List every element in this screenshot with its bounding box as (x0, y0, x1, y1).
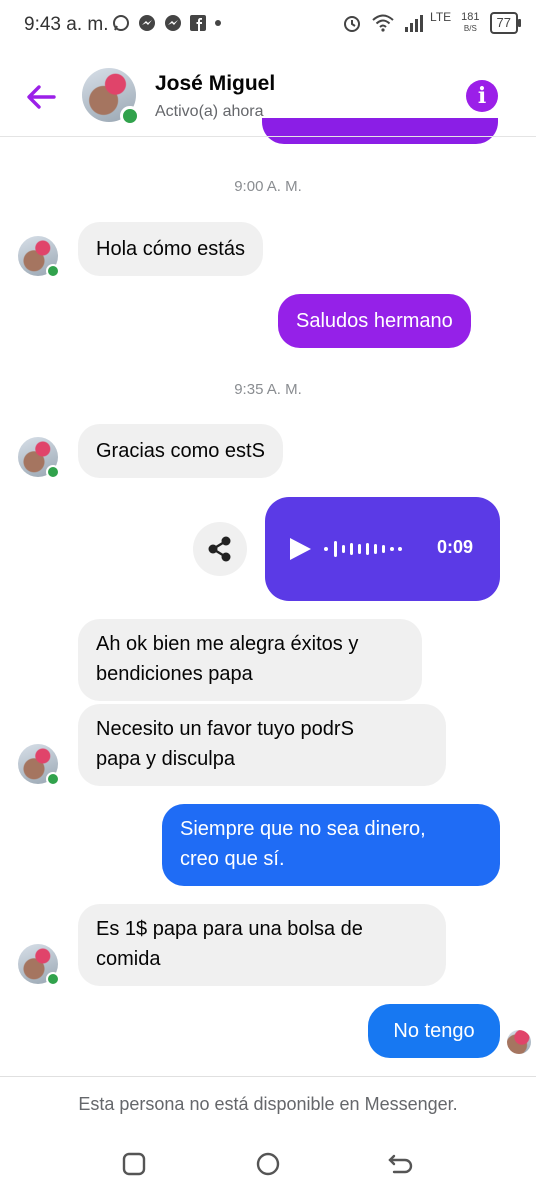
system-icons: LTE 181 B/S 77 (342, 10, 522, 34)
header-divider (0, 136, 536, 137)
outgoing-message[interactable]: No tengo (368, 1004, 500, 1058)
home-icon[interactable] (256, 1152, 280, 1176)
seen-avatar (507, 1030, 531, 1054)
timestamp-divider: 9:00 A. M. (234, 178, 302, 195)
voice-message[interactable]: 0:09 (265, 497, 500, 601)
signal-icon (405, 15, 424, 32)
network-speed-unit: B/S (463, 24, 477, 33)
contact-name[interactable]: José Miguel (155, 72, 275, 96)
incoming-message[interactable]: Hola cómo estás (78, 222, 263, 276)
online-indicator (46, 264, 60, 278)
incoming-message[interactable]: Ah ok bien me alegra éxitos y bendicione… (78, 619, 422, 701)
message-line: Necesito un favor tuyo podrS (96, 718, 354, 740)
footer-divider (0, 1076, 536, 1077)
messenger-icon (165, 15, 181, 31)
back-arrow-icon[interactable] (24, 80, 58, 114)
previous-outgoing-bubble (262, 118, 498, 144)
back-nav-icon[interactable] (388, 1152, 414, 1176)
message-line: creo que sí. (180, 848, 285, 870)
battery-indicator: 77 (489, 12, 522, 34)
notification-icons (112, 14, 222, 32)
network-type: LTE (430, 10, 452, 24)
unavailable-notice: Esta persona no está disponible en Messe… (78, 1094, 458, 1114)
online-indicator (120, 106, 140, 126)
status-time: 9:43 a. m. (24, 14, 109, 35)
message-line: comida (96, 948, 161, 970)
network-speed-value: 181 (461, 11, 480, 23)
info-icon[interactable]: i (466, 80, 498, 112)
messenger-icon (139, 15, 155, 31)
dot-icon (215, 20, 221, 26)
incoming-message[interactable]: Es 1$ papa para una bolsa de comida (78, 904, 446, 986)
incoming-message[interactable]: Necesito un favor tuyo podrS papa y disc… (78, 704, 446, 786)
message-line: Siempre que no sea dinero, (180, 818, 426, 840)
network-speed: 181 B/S (461, 12, 479, 34)
wifi-icon (372, 14, 394, 32)
message-line: papa y disculpa (96, 748, 235, 770)
share-button[interactable] (193, 522, 247, 576)
outgoing-message[interactable]: Siempre que no sea dinero, creo que sí. (162, 804, 500, 886)
recent-apps-icon[interactable] (122, 1152, 146, 1176)
message-line: Es 1$ papa para una bolsa de (96, 918, 363, 940)
status-bar: 9:43 a. m. LTE 181 B/S 77 (0, 0, 536, 56)
waveform-icon (324, 541, 402, 557)
online-indicator (46, 972, 60, 986)
whatsapp-icon (113, 15, 129, 31)
audio-duration: 0:09 (437, 537, 474, 557)
share-icon (208, 536, 231, 562)
alarm-icon (344, 16, 361, 32)
message-line: Ah ok bien me alegra éxitos y (96, 633, 359, 655)
outgoing-message[interactable]: Saludos hermano (278, 294, 471, 348)
system-nav-bar (0, 1130, 536, 1200)
online-indicator (46, 465, 60, 479)
message-line: bendiciones papa (96, 663, 253, 685)
timestamp-divider: 9:35 A. M. (234, 381, 302, 398)
online-indicator (46, 772, 60, 786)
facebook-icon (190, 15, 206, 31)
contact-status: Activo(a) ahora (155, 103, 264, 120)
incoming-message[interactable]: Gracias como estS (78, 424, 283, 478)
play-icon[interactable] (287, 536, 313, 562)
